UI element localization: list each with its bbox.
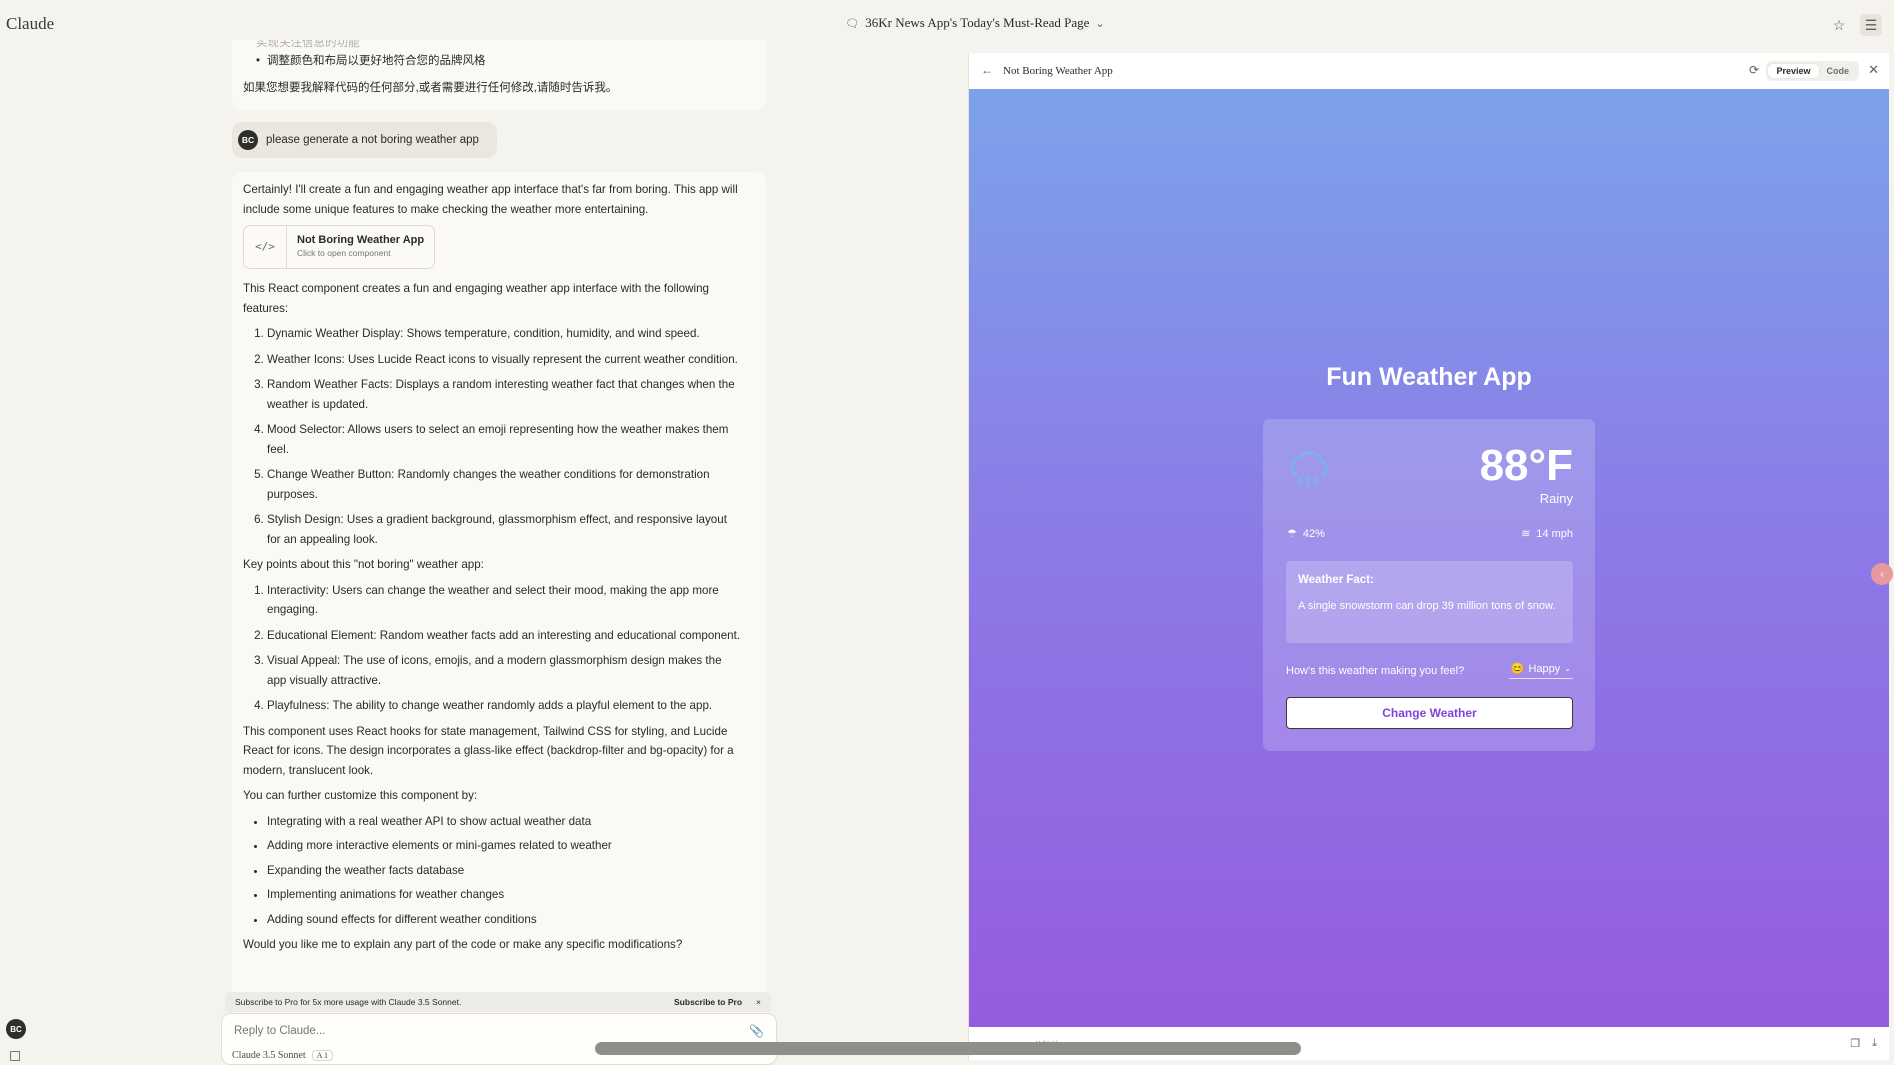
- features-intro: This React component creates a fun and e…: [243, 282, 709, 315]
- condition: Rainy: [1539, 491, 1573, 506]
- code-icon: </>: [244, 226, 287, 268]
- list-item: 调整颜色和布局以更好地符合您的品牌风格: [256, 50, 486, 72]
- change-weather-button[interactable]: Change Weather: [1286, 697, 1573, 729]
- humidity-value: 42%: [1302, 527, 1325, 540]
- artifact-card-subtitle: Click to open component: [297, 248, 391, 258]
- subscribe-banner: Subscribe to Pro for 5x more usage with …: [225, 992, 771, 1012]
- list-item: Implementing animations for weather chan…: [267, 885, 743, 905]
- artifact-title: Not Boring Weather App: [1003, 65, 1113, 77]
- list-item: Stylish Design: Uses a gradient backgrou…: [267, 510, 743, 549]
- weather-app-title: Fun Weather App: [1326, 363, 1532, 391]
- user-message: BC please generate a not boring weather …: [232, 122, 497, 158]
- features-list: Dynamic Weather Display: Shows temperatu…: [243, 324, 743, 549]
- cloud-rain-icon: [1290, 451, 1329, 489]
- list-item: Dynamic Weather Display: Shows temperatu…: [267, 324, 743, 344]
- tab-code[interactable]: Code: [1819, 64, 1858, 78]
- subscribe-text: Subscribe to Pro for 5x more usage with …: [235, 997, 462, 1007]
- list-item: Adding more interactive elements or mini…: [267, 836, 743, 856]
- assistant-message: Certainly! I'll create a fun and engagin…: [232, 172, 766, 1000]
- mood-value: Happy: [1528, 662, 1561, 675]
- chat-bubble-icon: 🗨: [845, 17, 860, 30]
- umbrella-icon: ☂: [1287, 528, 1297, 540]
- model-selector[interactable]: Claude 3.5 Sonnet A 1: [232, 1050, 333, 1061]
- weather-fact: Weather Fact: A single snowstorm can dro…: [1286, 561, 1573, 643]
- avatar[interactable]: BC: [6, 1019, 26, 1039]
- wind: ≋ 14 mph: [1521, 527, 1573, 541]
- artifact-card[interactable]: </> Not Boring Weather App Click to open…: [243, 225, 435, 269]
- list-item: Interactivity: Users can change the weat…: [267, 581, 743, 620]
- chevron-down-icon: ⌄: [1095, 17, 1105, 30]
- list-item: Visual Appeal: The use of icons, emojis,…: [267, 651, 743, 690]
- download-icon[interactable]: ⤓: [1872, 1037, 1877, 1050]
- intro-text: Certainly! I'll create a fun and engagin…: [243, 183, 738, 216]
- artifact-header: ← Not Boring Weather App ⟳ Preview Code …: [969, 53, 1889, 89]
- close-icon[interactable]: ✕: [1868, 62, 1879, 78]
- list-item: Change Weather Button: Randomly changes …: [267, 465, 743, 504]
- wind-icon: ≋: [1521, 528, 1531, 540]
- mood-question: How's this weather making you feel?: [1286, 665, 1465, 677]
- mood-select[interactable]: 😊 Happy ⌄: [1508, 662, 1573, 679]
- arrow-left-icon[interactable]: ←: [981, 63, 993, 78]
- humidity: ☂ 42%: [1287, 527, 1325, 541]
- chat-thread[interactable]: 实现关注信息的功能 调整颜色和布局以更好地符合您的品牌风格 如果您想要我解释代码…: [232, 40, 766, 1000]
- previous-assistant-message: 实现关注信息的功能 调整颜色和布局以更好地符合您的品牌风格 如果您想要我解释代码…: [232, 40, 766, 110]
- list-item: Playfulness: The ability to change weath…: [267, 696, 743, 716]
- artifact-preview: Fun Weather App 88°F Rainy ☂ 42% ≋ 14 mp…: [969, 89, 1893, 1027]
- copy-icon[interactable]: ❐: [1850, 1037, 1860, 1050]
- conversation-title: 36Kr News App's Today's Must-Read Page: [865, 15, 1090, 30]
- weather-card: 88°F Rainy ☂ 42% ≋ 14 mph Weather Fact: …: [1263, 419, 1595, 751]
- customize-list: Integrating with a real weather API to s…: [243, 812, 743, 930]
- tech-paragraph: This component uses React hooks for stat…: [243, 724, 734, 777]
- list-item: Random Weather Facts: Displays a random …: [267, 375, 743, 414]
- user-message-text: please generate a not boring weather app: [266, 134, 479, 146]
- refresh-icon[interactable]: ⟳: [1749, 63, 1759, 78]
- composer: 📎 Claude 3.5 Sonnet A 1: [221, 1013, 777, 1065]
- customize-intro: You can further customize this component…: [243, 789, 478, 802]
- wind-value: 14 mph: [1536, 527, 1573, 540]
- key-points-list: Interactivity: Users can change the weat…: [243, 581, 743, 716]
- sliders-icon[interactable]: ☰: [1860, 14, 1882, 36]
- closing-text: 如果您想要我解释代码的任何部分,或者需要进行任何修改,请随时告诉我。: [243, 82, 618, 94]
- artifact-card-title: Not Boring Weather App: [297, 234, 425, 246]
- conversation-title-dropdown[interactable]: 🗨 36Kr News App's Today's Must-Read Page…: [0, 15, 1894, 31]
- list-item: Mood Selector: Allows users to select an…: [267, 420, 743, 459]
- side-tab-icon[interactable]: ‹: [1871, 563, 1893, 585]
- model-tag: A 1: [311, 1050, 333, 1061]
- emoji-icon: 😊: [1510, 663, 1525, 675]
- horizontal-scrollbar[interactable]: [595, 1042, 1301, 1055]
- star-icon[interactable]: ☆: [1828, 14, 1850, 36]
- close-icon[interactable]: ×: [756, 997, 761, 1007]
- model-name: Claude 3.5 Sonnet: [232, 1050, 306, 1061]
- avatar: BC: [238, 130, 258, 150]
- artifact-panel: ← Not Boring Weather App ⟳ Preview Code …: [968, 53, 1893, 1060]
- temperature: 88°F: [1479, 441, 1573, 490]
- reply-input[interactable]: [232, 1024, 716, 1038]
- tab-preview[interactable]: Preview: [1768, 64, 1819, 78]
- list-item: Educational Element: Random weather fact…: [267, 626, 743, 646]
- fact-text: A single snowstorm can drop 39 million t…: [1298, 600, 1556, 612]
- closing-question: Would you like me to explain any part of…: [243, 938, 683, 951]
- list-item: Weather Icons: Uses Lucide React icons t…: [267, 350, 743, 370]
- list-item: Integrating with a real weather API to s…: [267, 812, 743, 832]
- list-item: Adding sound effects for different weath…: [267, 910, 743, 930]
- key-points-intro: Key points about this "not boring" weath…: [243, 558, 484, 571]
- fact-label: Weather Fact:: [1298, 574, 1374, 586]
- subscribe-link[interactable]: Subscribe to Pro: [674, 997, 742, 1007]
- list-item: Expanding the weather facts database: [267, 861, 743, 881]
- preview-code-toggle: Preview Code: [1766, 61, 1859, 81]
- paperclip-icon[interactable]: 📎: [749, 1024, 764, 1038]
- chevron-down-icon: ⌄: [1564, 664, 1571, 673]
